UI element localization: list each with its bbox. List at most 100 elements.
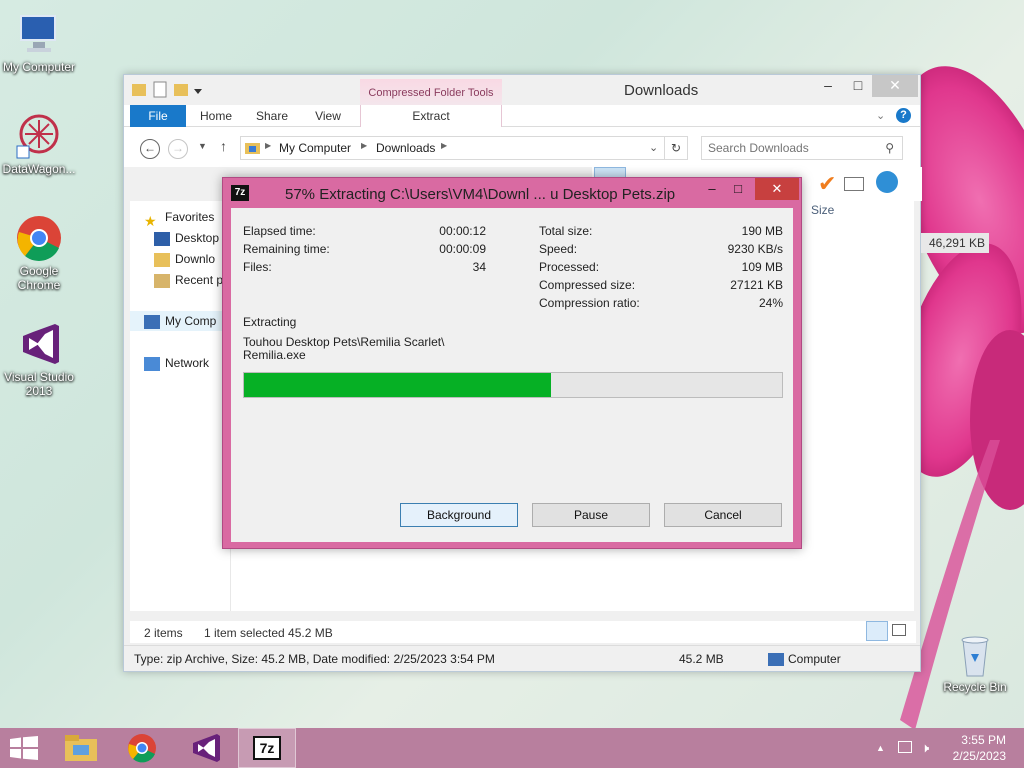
- 7zip-logo-icon: 7z: [231, 185, 249, 201]
- downloads-folder-icon: [154, 252, 170, 267]
- speed-value: 9230 KB/s: [727, 242, 783, 256]
- dialog-body: Elapsed time: 00:00:12 Remaining time: 0…: [231, 208, 793, 542]
- windows-logo-icon: [10, 736, 38, 760]
- checkmark-icon[interactable]: ✔: [818, 173, 836, 195]
- nav-network[interactable]: Network: [144, 353, 209, 373]
- cancel-button[interactable]: Cancel: [664, 503, 782, 527]
- desktop-icon-datawagon[interactable]: DataWagon...: [0, 112, 78, 176]
- close-button[interactable]: ✕: [872, 75, 918, 97]
- elapsed-time-value: 00:00:12: [439, 224, 486, 238]
- quick-access-toolbar-icon[interactable]: [132, 81, 222, 99]
- show-hidden-icons-icon[interactable]: ▲: [876, 743, 885, 753]
- tab-extract[interactable]: Extract: [360, 105, 502, 127]
- address-bar[interactable]: ▶ My Computer ▶ Downloads ▶ ⌄: [240, 136, 688, 160]
- current-file: Remilia.exe: [243, 348, 306, 362]
- recent-locations-icon[interactable]: ▼: [198, 141, 207, 151]
- nav-recent[interactable]: Recent p: [154, 270, 223, 290]
- volume-icon[interactable]: 🕨: [921, 740, 929, 756]
- tab-file[interactable]: File: [130, 105, 186, 127]
- selected-file-size[interactable]: 46,291 KB: [921, 233, 989, 253]
- computer-icon: [15, 10, 63, 58]
- network-tray-icon[interactable]: [898, 741, 912, 753]
- ribbon-expand-icon[interactable]: ⌄: [876, 109, 885, 122]
- dialog-maximize-button[interactable]: □: [725, 178, 751, 200]
- desktop-icon-label: Recycle Bin: [943, 680, 1007, 694]
- clock[interactable]: 3:55 PM 2/25/2023: [953, 732, 1006, 764]
- address-row: ← → ▼ ↑ ▶ My Computer ▶ Downloads ▶ ⌄ ↻ …: [124, 127, 920, 167]
- desktop-icon-label: My Computer: [2, 60, 76, 74]
- speed-label: Speed:: [539, 242, 578, 256]
- details-view-icon[interactable]: [866, 621, 888, 641]
- breadcrumb-downloads[interactable]: Downloads: [376, 141, 435, 155]
- taskbar-chrome[interactable]: [114, 728, 172, 768]
- pause-button[interactable]: Pause: [532, 503, 650, 527]
- explorer-title: Downloads: [624, 82, 699, 99]
- desktop-icon-my-computer[interactable]: My Computer: [0, 10, 78, 74]
- visual-studio-icon: [15, 320, 63, 368]
- dialog-close-button[interactable]: ✕: [755, 178, 799, 200]
- tab-share[interactable]: Share: [250, 105, 294, 127]
- rename-icon[interactable]: [844, 177, 864, 191]
- breadcrumb-separator-icon: ▶: [361, 141, 368, 150]
- desktop-icon-chrome[interactable]: Google Chrome: [0, 214, 78, 292]
- globe-icon[interactable]: [876, 171, 898, 193]
- column-header-size[interactable]: Size: [811, 203, 834, 217]
- desktop-icon-visual-studio[interactable]: Visual Studio 2013: [0, 320, 78, 398]
- nav-my-computer[interactable]: My Comp: [130, 311, 230, 331]
- desktop-icon-recycle-bin[interactable]: Recycle Bin: [936, 630, 1014, 694]
- files-label: Files:: [243, 260, 272, 274]
- clock-date: 2/25/2023: [952, 749, 1006, 763]
- large-icons-view-icon[interactable]: [892, 624, 906, 636]
- nav-favorites[interactable]: ★ Favorites: [144, 207, 215, 229]
- up-button[interactable]: ↑: [220, 138, 227, 154]
- progress-bar: [243, 372, 783, 398]
- nav-label: Desktop: [175, 231, 220, 245]
- desktop-icon-label: Google Chrome: [17, 264, 61, 292]
- refresh-button[interactable]: ↻: [664, 136, 688, 160]
- selection-info: 1 item selected 45.2 MB: [204, 626, 333, 640]
- nav-label: Downlo: [175, 252, 216, 266]
- nav-desktop[interactable]: Desktop: [154, 228, 219, 248]
- search-input[interactable]: [702, 137, 872, 159]
- dialog-title: 57% Extracting C:\Users\VM4\Downl ... u …: [285, 186, 676, 203]
- computer-icon: [144, 314, 160, 329]
- clock-time: 3:55 PM: [961, 733, 1006, 747]
- processed-label: Processed:: [539, 260, 600, 274]
- breadcrumb-my-computer[interactable]: My Computer: [279, 141, 351, 155]
- nav-label: Favorites: [165, 210, 215, 224]
- minimize-button[interactable]: –: [814, 75, 842, 97]
- search-icon[interactable]: ⚲: [885, 141, 894, 155]
- progress-fill: [244, 373, 551, 397]
- address-dropdown-icon[interactable]: ⌄: [649, 141, 658, 154]
- breadcrumb-separator-icon: ▶: [441, 141, 448, 150]
- taskbar-file-explorer[interactable]: [52, 728, 110, 768]
- nav-downloads[interactable]: Downlo: [154, 249, 215, 269]
- extraction-dialog: 7z 57% Extracting C:\Users\VM4\Downl ...…: [222, 177, 802, 549]
- desktop-icon: [154, 231, 170, 246]
- search-box[interactable]: ⚲: [701, 136, 903, 160]
- start-button[interactable]: [10, 736, 38, 763]
- star-icon: ★: [144, 212, 157, 229]
- location-detail: Computer: [788, 652, 841, 666]
- forward-button[interactable]: →: [168, 139, 188, 159]
- desktop-icon-label: Visual Studio 2013: [4, 370, 74, 398]
- tab-home[interactable]: Home: [194, 105, 238, 127]
- explorer-titlebar[interactable]: [124, 75, 920, 105]
- compression-ratio-label: Compression ratio:: [539, 296, 640, 310]
- background-button[interactable]: Background: [400, 503, 518, 527]
- tab-view[interactable]: View: [306, 105, 350, 127]
- navigation-pane: ★ Favorites Desktop Downlo Recent p My Co…: [130, 201, 230, 611]
- nav-label: Network: [165, 356, 210, 370]
- dialog-minimize-button[interactable]: –: [699, 178, 725, 200]
- nav-label: My Comp: [165, 314, 217, 328]
- back-button[interactable]: ←: [140, 139, 160, 159]
- taskbar-7zip[interactable]: 7z: [238, 728, 296, 768]
- ribbon-tabs: File Home Share View Extract ⌄ ?: [124, 105, 920, 127]
- taskbar-visual-studio[interactable]: [176, 728, 234, 768]
- folder-icon: [245, 143, 260, 154]
- help-icon[interactable]: ?: [896, 108, 911, 123]
- file-details: Type: zip Archive, Size: 45.2 MB, Date m…: [134, 652, 495, 666]
- compression-ratio-value: 24%: [758, 296, 783, 310]
- files-value: 34: [472, 260, 486, 274]
- maximize-button[interactable]: □: [844, 75, 872, 97]
